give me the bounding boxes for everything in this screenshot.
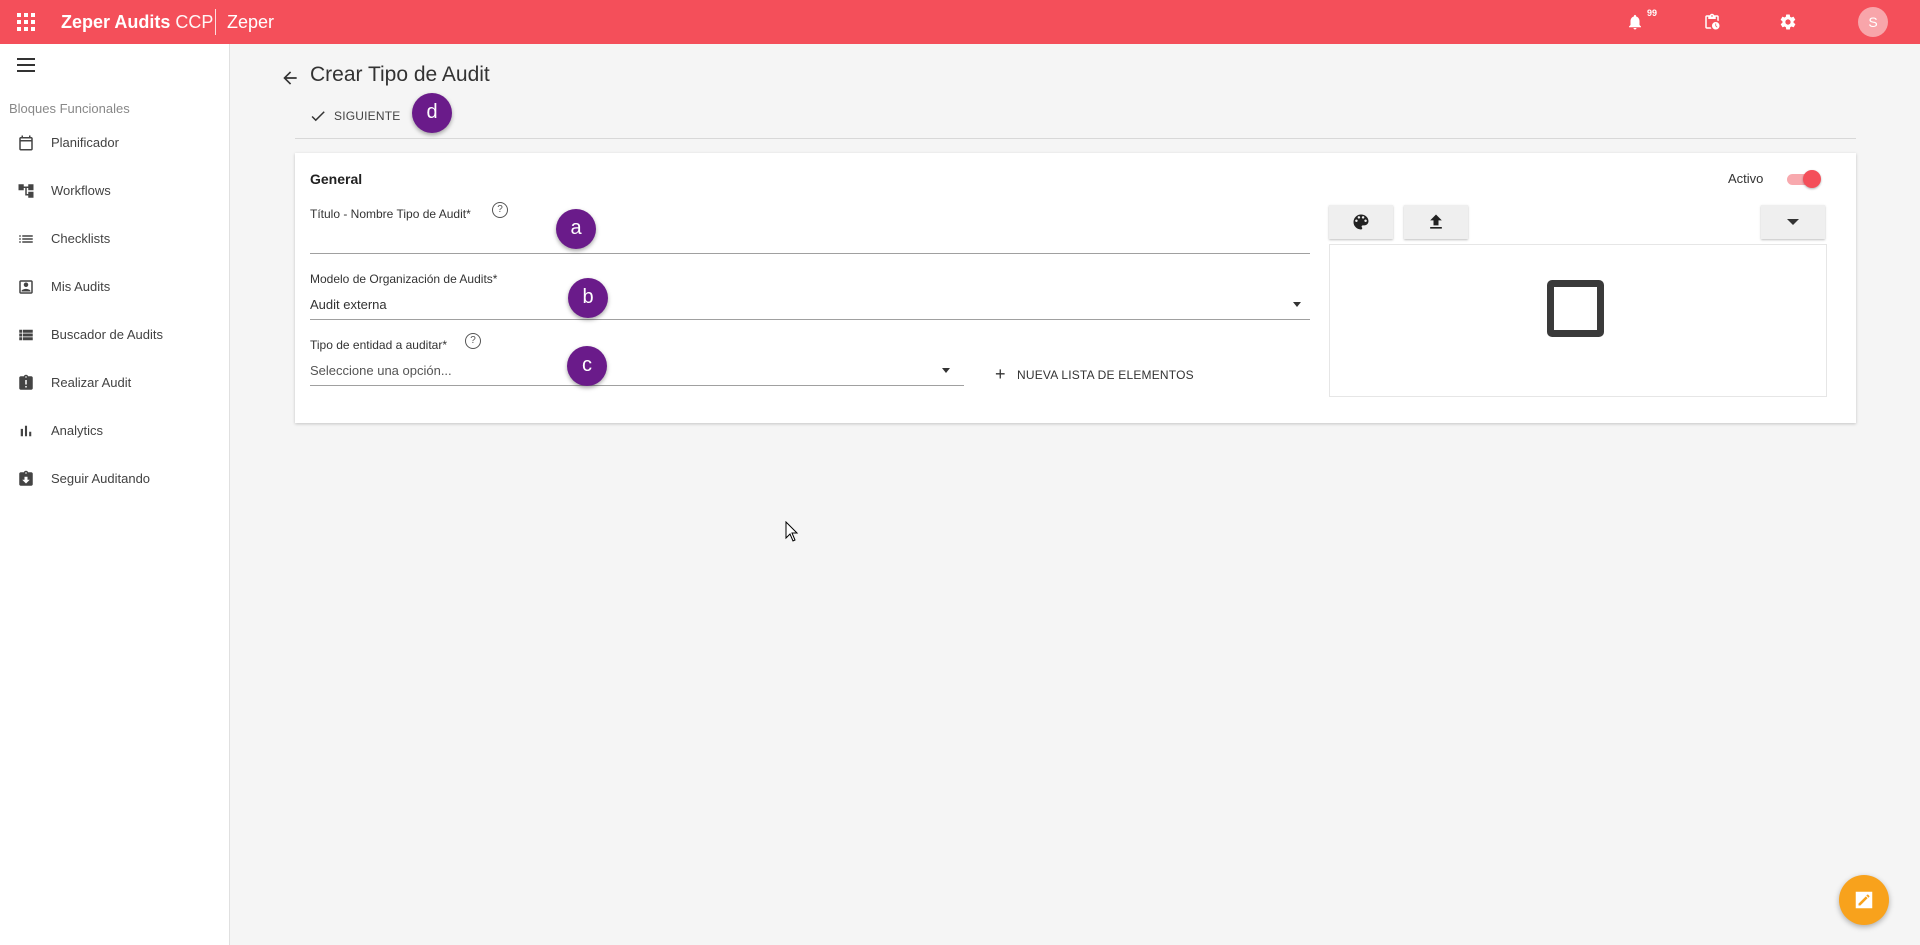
clipboard-download-icon	[19, 470, 33, 486]
sidebar-item-label: Analytics	[51, 423, 104, 438]
entity-select-placeholder[interactable]: Seleccione una opción...	[310, 363, 452, 378]
title-field-label: Título - Nombre Tipo de Audit*	[310, 207, 471, 221]
brand-name: Zeper Audits	[61, 12, 171, 32]
general-card: General Activo Título - Nombre Tipo de A…	[295, 153, 1856, 423]
model-field-label: Modelo de Organización de Audits*	[310, 272, 498, 286]
user-avatar[interactable]: S	[1858, 7, 1888, 37]
sidebar-item-workflows[interactable]: Workflows	[0, 171, 229, 211]
color-palette-button[interactable]	[1329, 205, 1393, 239]
chevron-down-icon	[1787, 219, 1799, 225]
model-select-underline	[310, 319, 1310, 320]
annotation-marker-b: b	[568, 278, 608, 318]
organization-name[interactable]: Zeper	[227, 11, 274, 33]
entity-field-label: Tipo de entidad a auditar*	[310, 338, 447, 352]
gear-icon[interactable]	[1779, 13, 1797, 31]
bar-chart-icon	[20, 425, 32, 437]
app-brand[interactable]: Zeper Audits CCP	[61, 11, 213, 33]
sidebar-item-label: Mis Audits	[51, 279, 111, 294]
active-label: Activo	[1728, 171, 1764, 186]
calendar-icon	[19, 135, 33, 151]
annotation-marker-a: a	[556, 209, 596, 249]
sidebar-item-analytics[interactable]: Analytics	[0, 411, 229, 451]
chevron-down-icon[interactable]	[942, 368, 950, 373]
top-app-bar: Zeper Audits CCP Zeper 99 S	[0, 0, 1920, 44]
brand-suffix: CCP	[175, 12, 214, 32]
square-icon	[1547, 280, 1604, 337]
help-icon[interactable]: ?	[465, 333, 481, 349]
new-element-list-label: NUEVA LISTA DE ELEMENTOS	[1017, 368, 1194, 382]
workflow-icon	[18, 184, 34, 198]
model-select-value[interactable]: Audit externa	[310, 297, 387, 312]
page-title: Crear Tipo de Audit	[310, 63, 490, 86]
bell-icon[interactable]	[1626, 13, 1644, 31]
title-input[interactable]	[310, 227, 1300, 249]
sidebar-item-checklists[interactable]: Checklists	[0, 219, 229, 259]
sidebar-item-label: Checklists	[51, 231, 111, 246]
title-input-underline	[310, 253, 1310, 254]
sidebar: Bloques Funcionales Planificador Workflo…	[0, 44, 230, 945]
sidebar-item-seguir-auditando[interactable]: Seguir Auditando	[0, 459, 229, 499]
card-title: General	[310, 171, 363, 187]
upload-button[interactable]	[1404, 205, 1468, 239]
sidebar-item-mis-audits[interactable]: Mis Audits	[0, 267, 229, 307]
help-widget-button[interactable]	[1839, 875, 1889, 925]
notification-count-badge: 99	[1647, 8, 1658, 18]
edit-note-icon	[1855, 891, 1873, 909]
contact-card-icon	[19, 280, 33, 294]
sidebar-item-label: Realizar Audit	[51, 375, 132, 390]
clipboard-alert-icon	[19, 374, 33, 390]
brand-divider	[215, 9, 216, 35]
icon-options-dropdown[interactable]	[1761, 205, 1825, 239]
annotation-marker-c: c	[567, 346, 607, 386]
list-icon	[19, 235, 33, 243]
sidebar-item-label: Planificador	[51, 135, 119, 150]
sidebar-item-label: Buscador de Audits	[51, 327, 164, 342]
upload-icon	[1430, 214, 1442, 229]
next-button-label: SIGUIENTE	[334, 109, 401, 123]
sidebar-section-title: Bloques Funcionales	[9, 101, 130, 116]
icon-preview-box	[1329, 244, 1827, 397]
check-icon	[311, 111, 325, 122]
sidebar-item-buscador-de-audits[interactable]: Buscador de Audits	[0, 315, 229, 355]
help-icon[interactable]: ?	[492, 202, 508, 218]
sidebar-item-label: Seguir Auditando	[51, 471, 151, 486]
sidebar-item-planificador[interactable]: Planificador	[0, 123, 229, 163]
mouse-pointer-icon	[785, 521, 799, 542]
sidebar-item-label: Workflows	[51, 183, 111, 198]
active-toggle[interactable]	[1785, 170, 1821, 188]
palette-icon	[1353, 214, 1369, 230]
annotation-marker-d: d	[412, 93, 452, 133]
chevron-down-icon[interactable]	[1293, 302, 1301, 307]
apps-grid-icon[interactable]	[17, 13, 35, 31]
hamburger-menu-icon[interactable]	[17, 58, 35, 72]
clipboard-clock-icon[interactable]	[1703, 13, 1721, 31]
entity-select-underline	[310, 385, 964, 386]
search-list-icon	[19, 329, 33, 341]
header-divider	[295, 138, 1856, 139]
sidebar-item-realizar-audit[interactable]: Realizar Audit	[0, 363, 229, 403]
plus-icon: +	[995, 364, 1006, 384]
toggle-thumb	[1803, 170, 1821, 188]
back-arrow-icon[interactable]	[280, 68, 300, 88]
